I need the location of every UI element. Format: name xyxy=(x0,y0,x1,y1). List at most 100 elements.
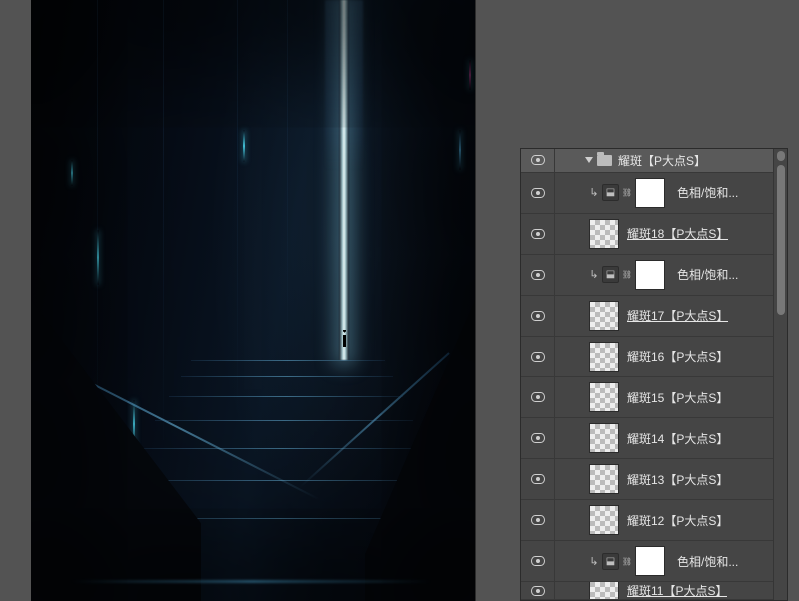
layer-row[interactable]: 耀斑13【P大点S】 xyxy=(521,459,773,500)
layer-row[interactable]: ↳⬓⛓色相/饱和... xyxy=(521,173,773,214)
link-icon: ⛓ xyxy=(622,553,632,570)
layer-thumbnail[interactable] xyxy=(589,219,619,249)
layer-content[interactable]: 耀斑16【P大点S】 xyxy=(555,337,773,377)
layer-content[interactable]: 耀斑15【P大点S】 xyxy=(555,377,773,417)
step-edge xyxy=(191,360,385,361)
layer-name[interactable]: 耀斑17【P大点S】 xyxy=(627,307,728,324)
clip-arrow-icon: ↳ xyxy=(589,186,599,199)
visibility-toggle[interactable] xyxy=(521,214,555,254)
eye-icon xyxy=(531,392,545,402)
layer-thumbnail[interactable] xyxy=(589,382,619,412)
visibility-toggle[interactable] xyxy=(521,173,555,213)
layer-thumbnail[interactable] xyxy=(589,505,619,535)
adjustment-icon: ⬓ xyxy=(602,266,619,283)
flare-line xyxy=(243,130,245,162)
layers-scrollbar-track[interactable] xyxy=(773,149,787,600)
scroll-thumb[interactable] xyxy=(777,165,785,315)
layer-content[interactable]: ↳⬓⛓色相/饱和... xyxy=(555,541,773,581)
layer-row[interactable]: 耀斑15【P大点S】 xyxy=(521,377,773,418)
visibility-toggle[interactable] xyxy=(521,337,555,377)
layer-content[interactable]: 耀斑【P大点S】 xyxy=(555,149,773,172)
eye-icon xyxy=(531,352,545,362)
eye-icon xyxy=(531,515,545,525)
eye-icon xyxy=(531,586,545,596)
layer-content[interactable]: 耀斑13【P大点S】 xyxy=(555,459,773,499)
layers-body: 耀斑【P大点S】 ↳⬓⛓色相/饱和...耀斑18【P大点S】↳⬓⛓色相/饱和..… xyxy=(521,149,787,600)
visibility-toggle[interactable] xyxy=(521,377,555,417)
layer-content[interactable]: 耀斑18【P大点S】 xyxy=(555,214,773,254)
layer-content[interactable]: 耀斑12【P大点S】 xyxy=(555,500,773,540)
layer-row[interactable]: 耀斑14【P大点S】 xyxy=(521,418,773,459)
layer-name[interactable]: 耀斑14【P大点S】 xyxy=(627,430,728,447)
layer-name[interactable]: 耀斑12【P大点S】 xyxy=(627,512,728,529)
layer-content[interactable]: ↳⬓⛓ 色相/饱和... xyxy=(555,255,773,295)
visibility-toggle[interactable] xyxy=(521,500,555,540)
layer-row[interactable]: ↳⬓⛓ 色相/饱和... xyxy=(521,255,773,296)
layer-name[interactable]: 耀斑15【P大点S】 xyxy=(627,389,728,406)
wall-line xyxy=(287,0,288,390)
eye-icon xyxy=(531,433,545,443)
chevron-down-icon[interactable] xyxy=(585,157,593,163)
clip-arrow-icon: ↳ xyxy=(589,268,599,281)
layer-thumbnail[interactable] xyxy=(589,464,619,494)
layer-row[interactable]: 耀斑17【P大点S】 xyxy=(521,296,773,337)
layer-name[interactable]: 耀斑11【P大点S】 xyxy=(627,582,727,599)
step-edge xyxy=(169,396,403,397)
step-edge xyxy=(155,420,413,421)
eye-icon xyxy=(531,474,545,484)
wall-line xyxy=(237,0,238,410)
layers-rows: 耀斑【P大点S】 ↳⬓⛓色相/饱和...耀斑18【P大点S】↳⬓⛓色相/饱和..… xyxy=(521,149,773,600)
mask-thumbnail[interactable] xyxy=(635,178,665,208)
canvas-area[interactable] xyxy=(31,0,476,601)
layer-row[interactable]: 耀斑16【P大点S】 xyxy=(521,337,773,378)
light-slit xyxy=(339,0,349,360)
layer-name[interactable]: 色相/饱和... xyxy=(677,184,738,201)
flare-line xyxy=(71,160,73,186)
layer-name[interactable]: 耀斑16【P大点S】 xyxy=(627,348,728,365)
canvas-frame xyxy=(31,0,476,601)
eye-icon xyxy=(531,311,545,321)
layer-name: 耀斑【P大点S】 xyxy=(618,152,706,169)
layer-name[interactable]: 耀斑13【P大点S】 xyxy=(627,471,728,488)
visibility-toggle[interactable] xyxy=(521,459,555,499)
layer-row[interactable]: 耀斑12【P大点S】 xyxy=(521,500,773,541)
visibility-toggle[interactable] xyxy=(521,296,555,336)
adjustment-icon: ⬓ xyxy=(602,553,619,570)
link-icon: ⛓ xyxy=(622,184,632,201)
visibility-toggle[interactable] xyxy=(521,255,555,295)
layer-thumbnail[interactable] xyxy=(589,342,619,372)
layer-thumbnail[interactable] xyxy=(589,301,619,331)
layer-row[interactable]: 耀斑11【P大点S】 xyxy=(521,582,773,600)
layer-row[interactable]: ↳⬓⛓色相/饱和... xyxy=(521,541,773,582)
flare-line xyxy=(97,230,99,285)
layer-content[interactable]: ↳⬓⛓色相/饱和... xyxy=(555,173,773,213)
layer-group-row[interactable]: 耀斑【P大点S】 xyxy=(521,149,773,173)
artwork xyxy=(31,0,475,601)
layer-content[interactable]: 耀斑17【P大点S】 xyxy=(555,296,773,336)
link-icon: ⛓ xyxy=(622,266,632,283)
step-edge xyxy=(141,448,425,449)
flare-line xyxy=(459,130,461,170)
step-edge xyxy=(125,480,437,481)
visibility-toggle[interactable] xyxy=(521,541,555,581)
layer-thumbnail[interactable] xyxy=(589,423,619,453)
eye-icon xyxy=(531,229,545,239)
visibility-toggle[interactable] xyxy=(521,582,555,599)
mask-thumbnail[interactable] xyxy=(635,260,665,290)
visibility-toggle[interactable] xyxy=(521,149,555,172)
layer-name[interactable]: 色相/饱和... xyxy=(677,553,738,570)
layer-row[interactable]: 耀斑18【P大点S】 xyxy=(521,214,773,255)
eye-icon xyxy=(531,556,545,566)
scroll-arrow-up-icon[interactable] xyxy=(777,151,785,161)
layer-name[interactable]: 色相/饱和... xyxy=(677,266,738,283)
mask-thumbnail[interactable] xyxy=(635,546,665,576)
visibility-toggle[interactable] xyxy=(521,418,555,458)
figure-silhouette xyxy=(341,330,348,348)
folder-icon xyxy=(597,155,612,166)
layer-thumbnail[interactable] xyxy=(589,582,619,600)
eye-icon xyxy=(531,188,545,198)
layer-name[interactable]: 耀斑18【P大点S】 xyxy=(627,225,728,242)
floor-glow xyxy=(71,580,431,583)
layer-content[interactable]: 耀斑11【P大点S】 xyxy=(555,582,773,599)
layer-content[interactable]: 耀斑14【P大点S】 xyxy=(555,418,773,458)
